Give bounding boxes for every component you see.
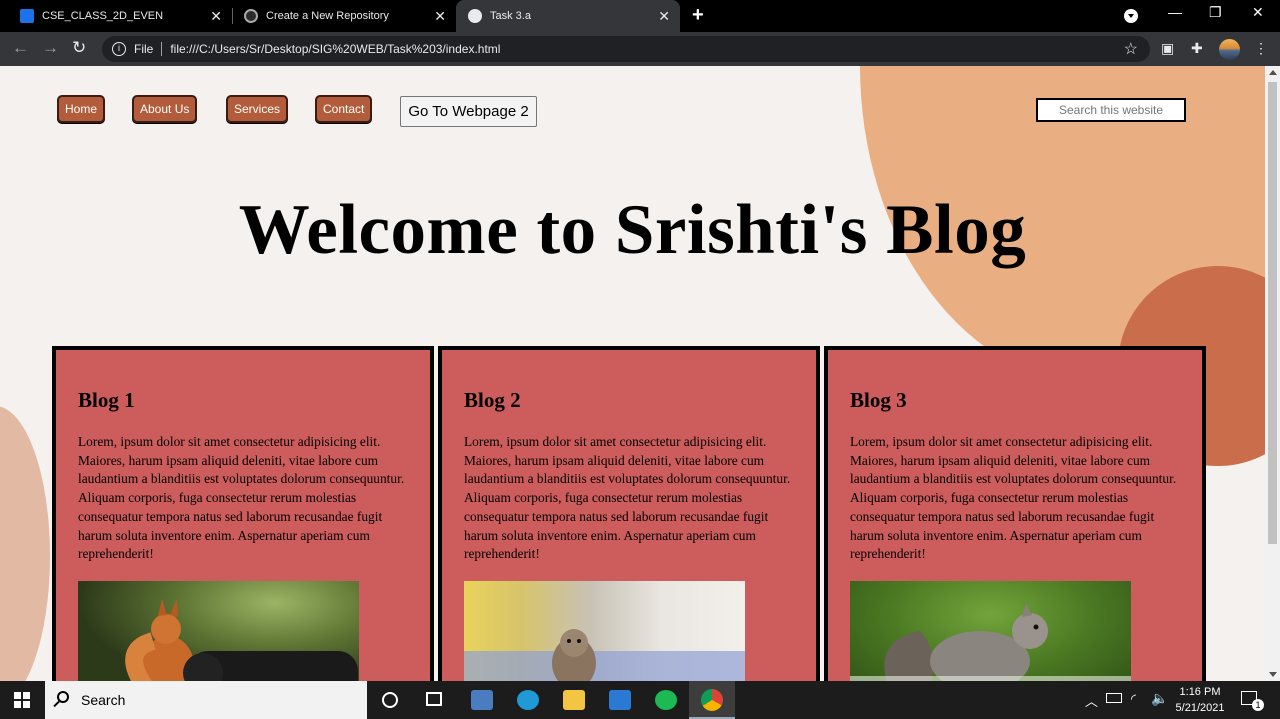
squirrel-camera-image [78,580,359,681]
browser-tab-strip: CSE_CLASS_2D_EVEN ✕ Create a New Reposit… [0,0,1280,32]
tab-label: Create a New Repository [266,10,389,22]
blog-body: Lorem, ipsum dolor sit amet consectetur … [464,434,791,562]
web-page: Home About Us Services Contact Go To Web… [0,66,1265,681]
close-window-icon[interactable]: ✕ [1252,4,1264,21]
scroll-down-icon[interactable] [1269,672,1277,677]
windows-start-icon[interactable] [14,692,30,708]
tab-github[interactable]: Create a New Repository ✕ [232,0,456,32]
blog-body: Lorem, ipsum dolor sit amet consectetur … [78,434,405,562]
squirrel-illustration [464,628,745,681]
close-tab-icon[interactable]: ✕ [658,8,670,25]
tray-chevron-icon[interactable]: ︿ [1085,691,1098,710]
blog-card: Blog 2 Lorem, ipsum dolor sit amet conse… [438,346,820,681]
squirrel-illustration [850,602,1131,681]
divider [161,42,163,56]
mail-icon[interactable] [609,690,631,710]
profile-avatar[interactable] [1219,39,1240,60]
tab-task3a[interactable]: Task 3.a ✕ [456,0,680,32]
scrollbar-thumb[interactable] [1268,82,1277,544]
squirrel-illustration [125,598,358,681]
windows-taskbar: Search ︿ ◜ 🔈 1:16 PM 5/21/2021 1 [0,681,1280,719]
chrome-taskbar-button[interactable] [689,681,735,719]
info-icon[interactable]: i [112,42,126,56]
tab-label: CSE_CLASS_2D_EVEN [42,10,164,22]
squirrel-flowers-image [464,580,745,681]
close-tab-icon[interactable]: ✕ [434,8,446,25]
wifi-icon[interactable]: ◜ [1131,691,1136,707]
file-explorer-icon[interactable] [563,690,585,710]
forward-icon[interactable]: → [42,38,59,58]
blog-card: Blog 3 Lorem, ipsum dolor sit amet conse… [824,346,1206,681]
goto-webpage-2-button[interactable]: Go To Webpage 2 [400,96,537,127]
nav-contact-button[interactable]: Contact [315,95,373,123]
scroll-up-icon[interactable] [1269,70,1277,75]
url-text[interactable]: file:///C:/Users/Sr/Desktop/SIG%20WEB/Ta… [170,42,500,56]
taskbar-search-label: Search [81,692,126,708]
blog-title: Blog 1 [78,388,135,412]
store-icon[interactable] [471,690,493,710]
taskbar-search[interactable]: Search [45,681,367,719]
nav-home-button[interactable]: Home [57,95,106,123]
extensions-puzzle-icon[interactable]: ✚ [1191,40,1207,56]
edge-icon[interactable] [517,690,539,710]
tab-classroom[interactable]: CSE_CLASS_2D_EVEN ✕ [8,0,232,32]
restore-icon[interactable]: ❐ [1209,4,1222,21]
menu-kebab-icon[interactable]: ⋮ [1254,40,1270,56]
search-icon [57,691,69,703]
nav-about-button[interactable]: About Us [132,95,198,123]
task-view-icon[interactable] [426,692,442,706]
spotify-icon[interactable] [655,690,677,710]
new-tab-icon[interactable]: + [692,4,704,27]
globe-icon [468,9,482,23]
close-tab-icon[interactable]: ✕ [210,8,222,25]
tab-label: Task 3.a [490,10,531,22]
search-input[interactable]: Search this website [1036,98,1186,122]
reload-icon[interactable]: ↻ [72,38,86,58]
tab-search-icon[interactable] [1124,9,1138,23]
github-icon [244,9,258,23]
bookmark-star-icon[interactable]: ☆ [1124,39,1138,59]
classroom-icon [20,9,34,23]
nav-services-button[interactable]: Services [226,95,289,123]
browser-toolbar: ← → ↻ i File file:///C:/Users/Sr/Desktop… [0,32,1280,66]
blog-title: Blog 2 [464,388,521,412]
blog-card: Blog 1 Lorem, ipsum dolor sit amet conse… [52,346,434,681]
scheme-label: File [134,42,154,56]
notification-badge: 1 [1252,699,1264,711]
clock-date: 5/21/2021 [1175,702,1225,714]
cast-icon[interactable]: ▣ [1161,40,1177,56]
page-scrollbar[interactable] [1265,66,1280,681]
chrome-icon [701,689,723,711]
taskbar-clock[interactable]: 1:16 PM 5/21/2021 [1168,684,1232,716]
address-bar[interactable]: i File file:///C:/Users/Sr/Desktop/SIG%2… [102,36,1150,62]
squirrel-grass-image [850,580,1131,681]
decorative-blob-left [0,406,50,681]
clock-time: 1:16 PM [1179,686,1221,698]
page-title: Welcome to Srishti's Blog [238,191,1027,269]
cortana-icon[interactable] [382,692,398,708]
back-icon[interactable]: ← [12,38,29,58]
battery-icon[interactable] [1106,693,1122,703]
volume-icon[interactable]: 🔈 [1151,690,1168,707]
minimize-icon[interactable]: — [1168,4,1182,20]
blog-title: Blog 3 [850,388,907,412]
blog-body: Lorem, ipsum dolor sit amet consectetur … [850,434,1177,562]
